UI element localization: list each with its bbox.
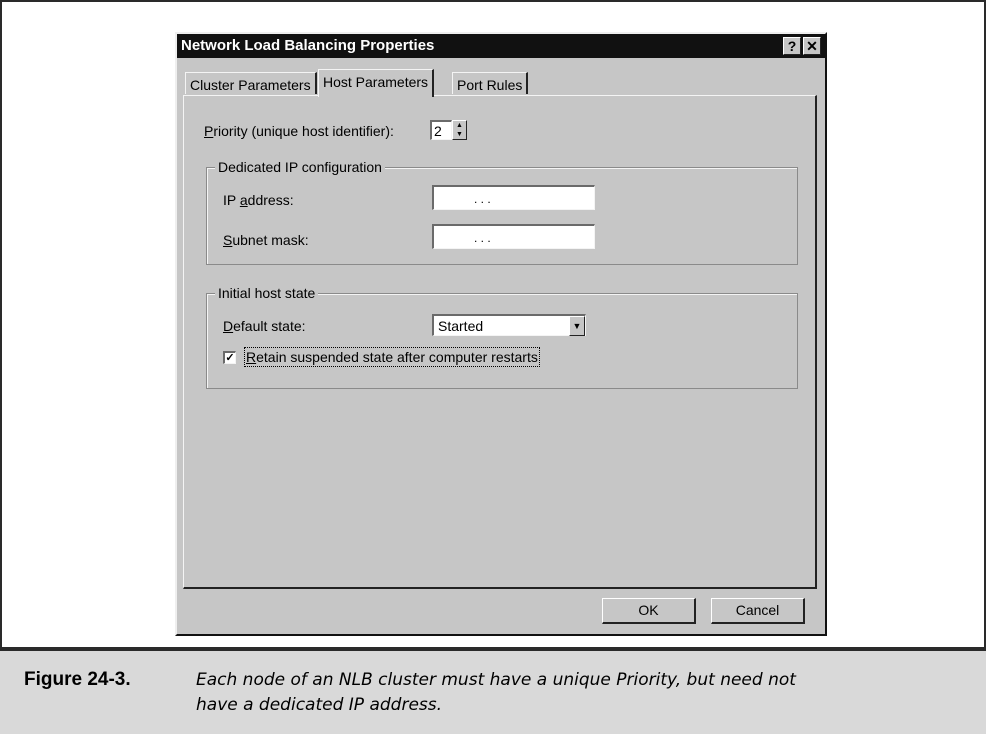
figure-caption: Each node of an NLB cluster must have a … — [196, 670, 796, 715]
default-state-label: Default state: — [223, 318, 306, 334]
priority-spinner[interactable]: ▲ ▼ — [452, 120, 467, 140]
ok-button[interactable]: OK — [602, 598, 696, 624]
subnet-mask-field[interactable]: . . . — [432, 224, 595, 249]
figure-number: Figure 24-3. — [24, 669, 131, 690]
retain-suspended-checkbox[interactable]: ✓ — [223, 351, 236, 364]
host-parameters-panel: Priority (unique host identifier): 2 ▲ ▼… — [183, 95, 817, 589]
default-state-value: Started — [438, 318, 484, 334]
subnet-mask-label: Subnet mask: — [223, 232, 309, 248]
retain-suspended-label[interactable]: Retain suspended state after computer re… — [244, 347, 540, 367]
tab-cluster-parameters[interactable]: Cluster Parameters — [185, 72, 317, 94]
initial-host-state-group-title: Initial host state — [215, 285, 319, 301]
figure-caption-bar: Figure 24-3. Each node of an NLB cluster… — [0, 647, 986, 734]
priority-input[interactable]: 2 — [430, 120, 452, 140]
dedicated-ip-group-title: Dedicated IP configuration — [215, 159, 385, 175]
initial-host-state-group: Initial host state Default state: Starte… — [206, 285, 798, 389]
dialog-title: Network Load Balancing Properties — [181, 37, 435, 54]
figure-frame: Network Load Balancing Properties ? ✕ Cl… — [0, 0, 986, 734]
ip-address-field[interactable]: . . . — [432, 185, 595, 210]
chevron-down-icon[interactable]: ▼ — [569, 316, 585, 336]
spin-down-icon[interactable]: ▼ — [453, 130, 466, 139]
close-button[interactable]: ✕ — [803, 37, 821, 55]
nlb-properties-dialog: Network Load Balancing Properties ? ✕ Cl… — [175, 32, 827, 636]
tab-port-rules[interactable]: Port Rules — [452, 72, 529, 94]
cancel-button[interactable]: Cancel — [711, 598, 805, 624]
ip-address-label: IP address: — [223, 192, 294, 208]
title-bar: Network Load Balancing Properties ? ✕ — [177, 34, 825, 58]
dedicated-ip-group: Dedicated IP configuration IP address: .… — [206, 159, 798, 265]
priority-label: Priority (unique host identifier): — [204, 123, 394, 139]
spin-up-icon[interactable]: ▲ — [453, 121, 466, 130]
tab-host-parameters[interactable]: Host Parameters — [318, 69, 435, 97]
help-button[interactable]: ? — [783, 37, 801, 55]
default-state-select[interactable]: Started ▼ — [432, 314, 586, 336]
